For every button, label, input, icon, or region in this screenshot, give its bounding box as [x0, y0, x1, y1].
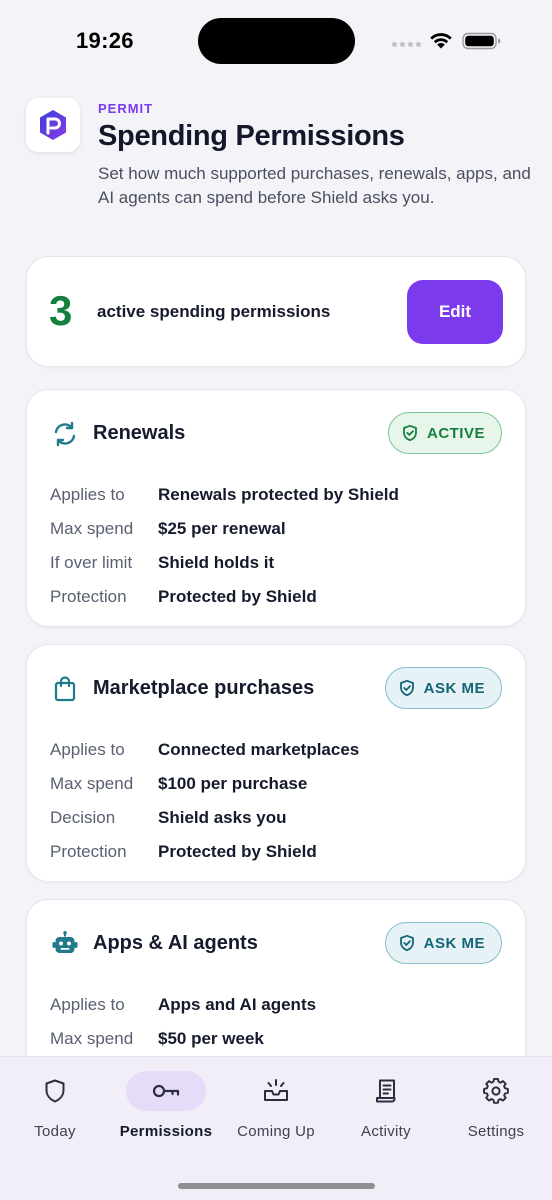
edit-button[interactable]: Edit: [407, 280, 503, 344]
tab-today[interactable]: Today: [0, 1071, 110, 1151]
detail-list: Applies to Connected marketplaces Max spe…: [50, 733, 510, 869]
detail-row: Applies to Renewals protected by Shield: [50, 478, 510, 512]
gear-icon: [483, 1078, 509, 1104]
detail-key: Protection: [50, 587, 127, 606]
tab-label: Settings: [467, 1123, 525, 1140]
detail-row: Max spend $25 per renewal: [50, 512, 510, 546]
home-indicator: [178, 1183, 375, 1189]
detail-key: Applies to: [50, 485, 125, 504]
detail-value: $50 per week: [158, 1029, 264, 1048]
status-badge-active: ACTIVE: [387, 412, 502, 454]
permit-logo-icon: [40, 110, 66, 140]
detail-value: Apps and AI agents: [158, 995, 317, 1014]
card-title: Renewals: [93, 422, 186, 444]
tab-permissions[interactable]: Permissions: [111, 1071, 221, 1151]
detail-value: Protected by Shield: [158, 587, 317, 606]
detail-row: Applies to Apps and AI agents: [50, 988, 510, 1022]
detail-value: Shield asks you: [158, 808, 287, 827]
shield-check-icon: [399, 934, 414, 952]
detail-key: Protection: [50, 842, 127, 861]
detail-key: Max spend: [50, 774, 134, 793]
permission-card-renewals[interactable]: Renewals ACTIVE Applies to Renewals prote…: [26, 389, 526, 627]
permission-card-marketplace[interactable]: Marketplace purchases ASK ME Applies to C…: [26, 644, 526, 882]
detail-list: Applies to Renewals protected by Shield M…: [50, 478, 510, 614]
battery-icon: [462, 32, 501, 50]
app-logo: [26, 98, 80, 152]
detail-value: Connected marketplaces: [158, 740, 360, 759]
detail-value: Renewals protected by Shield: [158, 485, 399, 504]
shopping-bag-icon: [54, 676, 76, 702]
tab-activity[interactable]: Activity: [331, 1071, 441, 1151]
status-time: 19:26: [76, 28, 134, 53]
status-bar: 19:26: [0, 0, 552, 80]
page-title: Spending Permissions: [98, 120, 405, 152]
page-subtitle: Set how much supported purchases, renewa…: [98, 164, 531, 207]
tab-coming-up[interactable]: Coming Up: [221, 1071, 331, 1151]
detail-value: Shield holds it: [158, 553, 275, 572]
detail-value: $100 per purchase: [158, 774, 308, 793]
detail-row: Protection Protected by Shield: [50, 835, 510, 869]
detail-value: $25 per renewal: [158, 519, 286, 538]
dynamic-island: [198, 18, 355, 64]
detail-row: If over limit Shield holds it: [50, 546, 510, 580]
card-title: Apps & AI agents: [93, 932, 258, 954]
key-icon: [152, 1084, 180, 1098]
badge-label: ACTIVE: [426, 424, 485, 442]
shield-icon: [45, 1079, 65, 1103]
receipt-icon: [376, 1079, 396, 1103]
signal-icon: [392, 42, 421, 47]
summary-card: 3 active spending permissions Edit: [26, 256, 526, 367]
tab-label: Coming Up: [237, 1123, 315, 1140]
status-badge-ask-me: ASK ME: [384, 667, 502, 709]
tab-label: Permissions: [119, 1123, 213, 1140]
badge-label: ASK ME: [423, 679, 485, 697]
detail-row: Max spend $50 per week: [50, 1022, 510, 1056]
tab-label: Activity: [361, 1123, 411, 1140]
robot-icon: [52, 931, 78, 953]
tab-settings[interactable]: Settings: [441, 1071, 551, 1151]
shield-check-icon: [403, 424, 417, 442]
detail-key: Applies to: [50, 740, 125, 759]
tab-label: Today: [34, 1123, 76, 1140]
detail-key: Decision: [50, 808, 116, 827]
badge-label: ASK ME: [423, 934, 485, 952]
active-count-label: active spending permissions: [97, 302, 331, 321]
card-title: Marketplace purchases: [93, 677, 315, 699]
shield-check-icon: [399, 679, 414, 697]
detail-row: Max spend $100 per purchase: [50, 767, 510, 801]
active-count: 3: [49, 287, 73, 334]
detail-list: Applies to Apps and AI agents Max spend $5…: [50, 988, 510, 1056]
status-badge-ask-me: ASK ME: [384, 922, 502, 964]
detail-row: Protection Protected by Shield: [50, 580, 510, 614]
page-eyebrow: PERMIT: [98, 101, 154, 116]
detail-key: Max spend: [50, 1029, 134, 1048]
refresh-icon: [54, 421, 76, 447]
detail-row: Decision Shield asks you: [50, 801, 510, 835]
detail-row: Applies to Connected marketplaces: [50, 733, 510, 767]
detail-key: If over limit: [50, 553, 133, 572]
wifi-icon: [430, 33, 452, 49]
detail-key: Applies to: [50, 995, 125, 1014]
tab-bar: Today Permissions Coming Up Activity Set…: [0, 1056, 552, 1200]
detail-value: Protected by Shield: [158, 842, 317, 861]
detail-key: Max spend: [50, 519, 134, 538]
inbox-icon: [264, 1079, 288, 1101]
